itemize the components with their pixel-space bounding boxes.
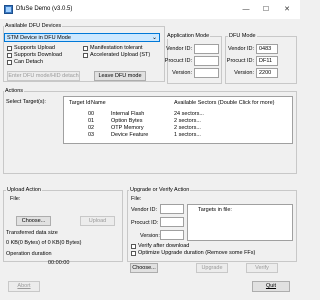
supports-download-label: Supports Download — [14, 52, 63, 58]
quit-button-label: Quit — [265, 283, 277, 289]
upgrade-version-label: Version: — [140, 233, 160, 239]
row-target-id: 00 — [88, 111, 95, 117]
app-procuct-id-label: Procuct ID: — [164, 58, 192, 64]
app-version-label: Version: — [172, 70, 192, 76]
header-name: Name — [91, 100, 106, 106]
supports-upload-checkbox[interactable] — [7, 46, 12, 51]
row-sectors: 2 sectors... — [174, 118, 201, 124]
upgrade-vendor-id-label: Vendor ID: — [131, 207, 157, 213]
dfu-vendor-id-label: Vendor ID: — [228, 46, 254, 52]
row-target-id: 01 — [88, 118, 95, 124]
window-title: DfuSe Demo (v3.0.5) — [16, 6, 73, 12]
targets-in-file-list[interactable]: Targets in file: — [187, 204, 293, 241]
table-row[interactable]: 03 Device Feature 1 sectors... — [64, 132, 292, 139]
can-detach-checkbox[interactable] — [7, 60, 12, 65]
quit-button[interactable]: Quit — [252, 281, 290, 292]
manifestation-tolerant-checkbox[interactable] — [83, 46, 88, 51]
targets-header: Target Id Name Available Sectors (Double… — [64, 100, 292, 107]
row-sectors: 2 sectors... — [174, 125, 201, 131]
row-target-id: 03 — [88, 132, 95, 138]
upgrade-button[interactable]: Upgrade — [196, 263, 228, 273]
targets-in-file-label: Targets in file: — [198, 207, 232, 213]
row-sectors: 24 sectors... — [174, 111, 204, 117]
optimize-upgrade-label: Optimize Upgrade duration (Remove some F… — [138, 250, 256, 256]
optimize-upgrade-checkbox[interactable] — [131, 251, 136, 256]
dfu-mode-label: DFU Mode — [228, 33, 257, 39]
dfu-vendor-id-value: 0483 — [259, 46, 272, 52]
upload-file-label: File: — [10, 196, 21, 202]
upload-action-label: Upload Action — [6, 187, 42, 193]
app-procuct-id-field — [194, 56, 219, 66]
accelerated-upload-checkbox[interactable] — [83, 53, 88, 58]
chevron-down-icon: ⌄ — [151, 35, 157, 41]
transferred-value: 0 KB(0 Bytes) of 0 KB(0 Bytes) — [6, 240, 82, 246]
dfu-version-value: 2200 — [259, 70, 272, 76]
upload-button[interactable]: Upload — [80, 216, 115, 226]
row-name: OTP Memory — [111, 125, 144, 131]
dfu-vendor-id-field: 0483 — [256, 44, 278, 54]
targets-list[interactable]: Target Id Name Available Sectors (Double… — [63, 96, 293, 144]
upgrade-vendor-id-field — [160, 204, 184, 214]
duration-value: 00:00:00 — [48, 260, 70, 266]
row-name: Internal Flash — [111, 111, 145, 117]
device-select-value: STM Device in DFU Mode — [7, 35, 71, 41]
actions-label: Actions — [4, 88, 25, 94]
transferred-label: Transferred data size — [6, 230, 58, 236]
header-target-id: Target Id — [69, 100, 91, 106]
enter-dfu-mode-button[interactable]: Enter DFU mode/HID detach — [7, 71, 80, 81]
app-vendor-id-label: Vendor ID: — [166, 46, 192, 52]
row-sectors: 1 sectors... — [174, 132, 201, 138]
available-devices-label: Available DFU Devices — [4, 23, 63, 29]
row-target-id: 02 — [88, 125, 95, 131]
upgrade-verify-label: Upgrade or Verify Action — [129, 187, 191, 193]
app-icon — [4, 5, 13, 14]
table-row[interactable]: 00 Internal Flash 24 sectors... — [64, 111, 292, 118]
app-vendor-id-field — [194, 44, 219, 54]
verify-after-download-checkbox[interactable] — [131, 244, 136, 249]
supports-upload-label: Supports Upload — [14, 45, 55, 51]
dfu-procuct-id-label: Procuct ID: — [226, 58, 254, 64]
accelerated-upload-label: Accelerated Upload (ST) — [90, 52, 151, 58]
upgrade-version-field — [160, 230, 184, 240]
dfu-procuct-id-field: DF11 — [256, 56, 278, 66]
abort-button[interactable]: Abort — [8, 281, 40, 292]
header-sectors: Available Sectors (Double Click for more… — [174, 100, 275, 106]
device-select[interactable]: STM Device in DFU Mode ⌄ — [4, 33, 160, 42]
table-row[interactable]: 02 OTP Memory 2 sectors... — [64, 125, 292, 132]
row-name: Device Feature — [111, 132, 149, 138]
duration-label: Operation duration — [6, 251, 52, 257]
upgrade-file-label: File: — [131, 196, 142, 202]
verify-button[interactable]: Verify — [246, 263, 278, 273]
can-detach-label: Can Detach — [14, 59, 44, 65]
minimize-button[interactable]: — — [236, 2, 256, 17]
upgrade-choose-button[interactable]: Choose... — [130, 263, 158, 273]
dfu-version-label: Version: — [234, 70, 254, 76]
close-button[interactable]: ✕ — [277, 2, 297, 17]
maximize-button[interactable]: ☐ — [256, 2, 276, 17]
application-mode-label: Application Mode — [166, 33, 211, 39]
select-targets-label: Select Target(s): — [6, 99, 46, 105]
leave-dfu-mode-button[interactable]: Leave DFU mode — [94, 71, 146, 81]
dfu-procuct-id-value: DF11 — [259, 58, 273, 64]
manifestation-tolerant-label: Manifestation tolerant — [90, 45, 143, 51]
verify-after-download-label: Verify after download — [138, 243, 190, 249]
dfu-version-field: 2200 — [256, 68, 278, 78]
upgrade-procuct-id-label: Procuct ID: — [131, 220, 159, 226]
app-version-field — [194, 68, 219, 78]
abort-button-label: Abort — [17, 283, 31, 289]
row-name: Option Bytes — [111, 118, 143, 124]
table-row[interactable]: 01 Option Bytes 2 sectors... — [64, 118, 292, 125]
supports-download-checkbox[interactable] — [7, 53, 12, 58]
upload-choose-button[interactable]: Choose... — [16, 216, 51, 226]
upgrade-procuct-id-field — [160, 217, 184, 227]
